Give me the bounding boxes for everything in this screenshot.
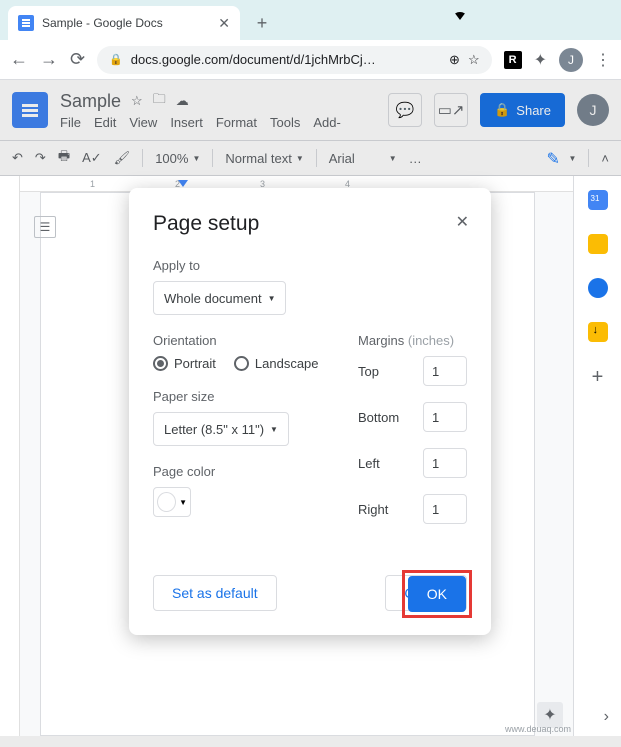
paper-size-value: Letter (8.5" x 11") (164, 422, 264, 437)
url-input[interactable]: 🔒 docs.google.com/document/d/1jchMrbCj… … (97, 46, 492, 74)
tab-strip: Sample - Google Docs ✕ + (0, 0, 621, 40)
bookmark-star-icon[interactable]: ☆ (468, 52, 480, 68)
dialog-close-icon[interactable]: ✕ (456, 212, 469, 232)
caret-down-icon: ▼ (270, 425, 278, 434)
orientation-landscape-radio[interactable]: Landscape (234, 356, 319, 371)
page-color-label: Page color (153, 464, 308, 479)
ruler-mark: 3 (260, 179, 265, 189)
apply-to-label: Apply to (153, 258, 467, 273)
margin-bottom-input[interactable] (423, 402, 467, 432)
radio-label: Portrait (174, 356, 216, 371)
new-tab-button[interactable]: + (248, 9, 276, 37)
paper-size-label: Paper size (153, 389, 308, 404)
extensions-icon[interactable]: ✦ (534, 50, 547, 70)
pencil-icon (546, 149, 564, 167)
zoom-icon[interactable]: ⊕ (449, 52, 460, 68)
ruler-mark: 1 (90, 179, 95, 189)
ruler-mark: 4 (345, 179, 350, 189)
page-setup-dialog: Page setup ✕ Apply to Whole document ▼ O… (129, 188, 491, 635)
margin-right-label: Right (358, 502, 388, 517)
vertical-ruler[interactable] (0, 176, 20, 736)
calendar-icon[interactable] (588, 190, 608, 210)
margin-right-input[interactable] (423, 494, 467, 524)
margin-top-input[interactable] (423, 356, 467, 386)
paper-size-select[interactable]: Letter (8.5" x 11") ▼ (153, 412, 289, 446)
margins-label: Margins (inches) (358, 333, 467, 348)
lock-icon: 🔒 (109, 53, 123, 66)
tab-close-icon[interactable]: ✕ (218, 15, 230, 32)
orientation-portrait-radio[interactable]: Portrait (153, 356, 216, 371)
address-bar: ← → ⟳ 🔒 docs.google.com/document/d/1jchM… (0, 40, 621, 80)
url-text: docs.google.com/document/d/1jchMrbCj… (131, 52, 376, 67)
sidepanel-toggle-icon[interactable]: › (604, 708, 609, 726)
apply-to-select[interactable]: Whole document ▼ (153, 281, 286, 315)
side-panel: + (573, 176, 621, 736)
caret-down-icon: ▼ (268, 294, 276, 303)
ok-highlight: OK (402, 570, 472, 618)
radio-selected-icon (153, 356, 168, 371)
caret-down-icon: ▼ (179, 498, 187, 507)
add-on-plus-icon[interactable]: + (592, 366, 604, 389)
radio-label: Landscape (255, 356, 319, 371)
tab-dropdown-icon[interactable] (454, 12, 466, 20)
page-color-select[interactable]: ▼ (153, 487, 191, 517)
margin-left-input[interactable] (423, 448, 467, 478)
margin-left-label: Left (358, 456, 380, 471)
apply-to-value: Whole document (164, 291, 262, 306)
watermark: www.deuaq.com (505, 724, 571, 734)
docs-favicon (18, 15, 34, 31)
tab-title: Sample - Google Docs (42, 16, 163, 30)
margin-top-label: Top (358, 364, 379, 379)
browser-menu-icon[interactable]: ⋮ (595, 50, 611, 70)
back-button[interactable]: ← (10, 49, 28, 70)
ok-button[interactable]: OK (408, 576, 466, 612)
radio-icon (234, 356, 249, 371)
ruler-mark: 2 (175, 179, 180, 189)
tasks-icon[interactable] (588, 278, 608, 298)
set-default-button[interactable]: Set as default (153, 575, 277, 611)
forward-button[interactable]: → (40, 49, 58, 70)
browser-tab[interactable]: Sample - Google Docs ✕ (8, 6, 240, 40)
profile-avatar[interactable]: J (559, 48, 583, 72)
margin-bottom-label: Bottom (358, 410, 399, 425)
dialog-title: Page setup (153, 212, 467, 236)
extension-r-icon[interactable]: R (504, 51, 522, 69)
reload-button[interactable]: ⟳ (70, 49, 85, 70)
outline-toggle-icon[interactable]: ☰ (34, 216, 56, 238)
color-swatch-icon (157, 492, 176, 512)
download-icon[interactable] (588, 322, 608, 342)
orientation-label: Orientation (153, 333, 308, 348)
keep-icon[interactable] (588, 234, 608, 254)
